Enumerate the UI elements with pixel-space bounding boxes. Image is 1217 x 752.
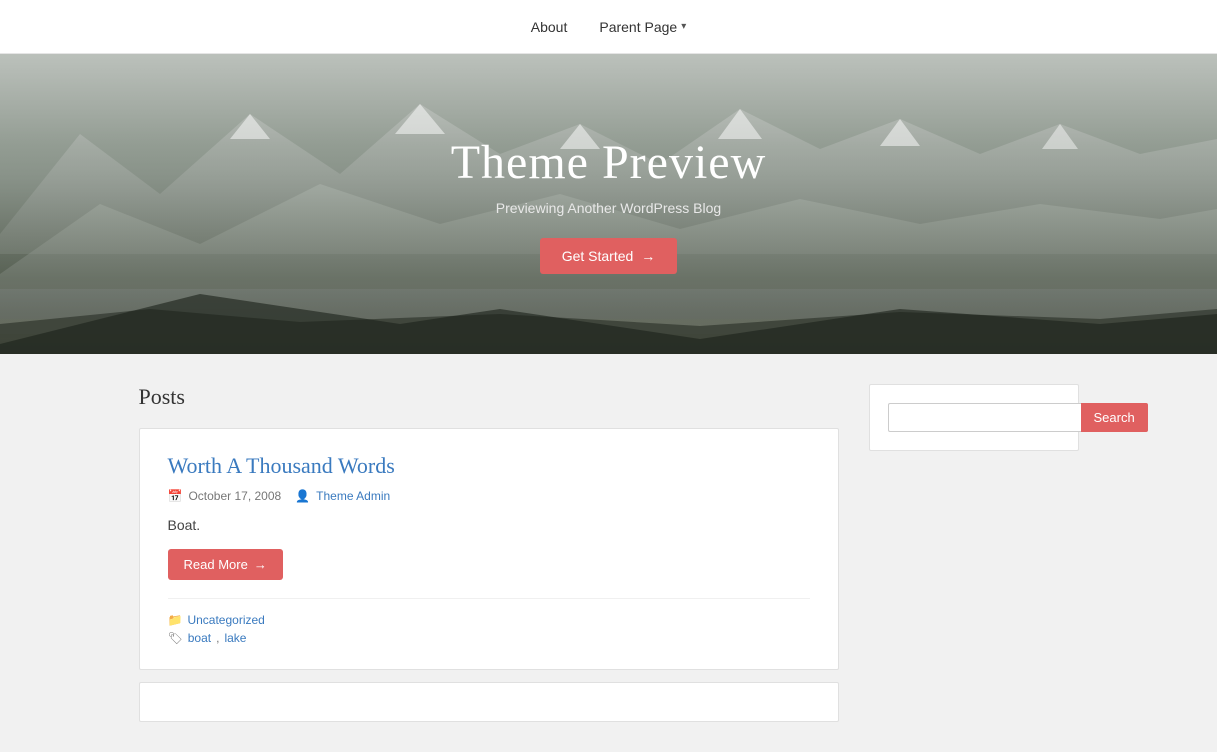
sidebar: Search (869, 384, 1079, 451)
hero-title: Theme Preview (451, 135, 767, 190)
search-widget: Search (869, 384, 1079, 451)
nav-item-parent-page[interactable]: Parent Page ▾ (599, 19, 686, 35)
post-author-link[interactable]: Theme Admin (316, 489, 390, 503)
post-category-link[interactable]: Uncategorized (187, 613, 264, 627)
read-more-button[interactable]: Read More → (168, 549, 283, 580)
search-button[interactable]: Search (1081, 403, 1148, 432)
hero-subtitle: Previewing Another WordPress Blog (451, 200, 767, 216)
post-card-partial (139, 682, 839, 722)
read-more-arrow: → (254, 557, 267, 572)
main-content: Posts Worth A Thousand Words 📅 October 1… (119, 354, 1099, 752)
read-more-label: Read More (184, 557, 248, 572)
hero-content: Theme Preview Previewing Another WordPre… (451, 135, 767, 274)
post-meta: 📅 October 17, 2008 👤 Theme Admin (168, 489, 810, 503)
author-icon: 👤 (295, 489, 310, 503)
dropdown-arrow-icon: ▾ (681, 21, 686, 32)
hero-cta-arrow: → (641, 248, 655, 264)
posts-heading: Posts (139, 384, 839, 410)
post-card: Worth A Thousand Words 📅 October 17, 200… (139, 428, 839, 670)
post-tag-lake[interactable]: lake (224, 631, 246, 645)
post-tags-line: 🏷 boat, lake (168, 631, 810, 645)
hero-cta-label: Get Started (562, 248, 634, 264)
post-title-link[interactable]: Worth A Thousand Words (168, 453, 810, 479)
main-nav: About Parent Page ▾ (0, 0, 1217, 54)
search-form: Search (888, 403, 1060, 432)
post-excerpt: Boat. (168, 517, 810, 533)
tag-icon: 🏷 (168, 631, 183, 645)
post-footer: 📁 Uncategorized 🏷 boat, lake (168, 598, 810, 645)
hero-cta-button[interactable]: Get Started → (540, 238, 678, 274)
folder-icon: 📁 (168, 613, 183, 627)
posts-section: Posts Worth A Thousand Words 📅 October 1… (139, 384, 839, 722)
parent-page-link[interactable]: Parent Page (599, 19, 677, 35)
search-input[interactable] (888, 403, 1081, 432)
nav-item-about[interactable]: About (531, 19, 568, 35)
post-tag-boat[interactable]: boat (188, 631, 211, 645)
hero-section: Theme Preview Previewing Another WordPre… (0, 54, 1217, 354)
post-category-line: 📁 Uncategorized (168, 613, 810, 627)
calendar-icon: 📅 (168, 489, 183, 503)
post-date: October 17, 2008 (188, 489, 281, 503)
